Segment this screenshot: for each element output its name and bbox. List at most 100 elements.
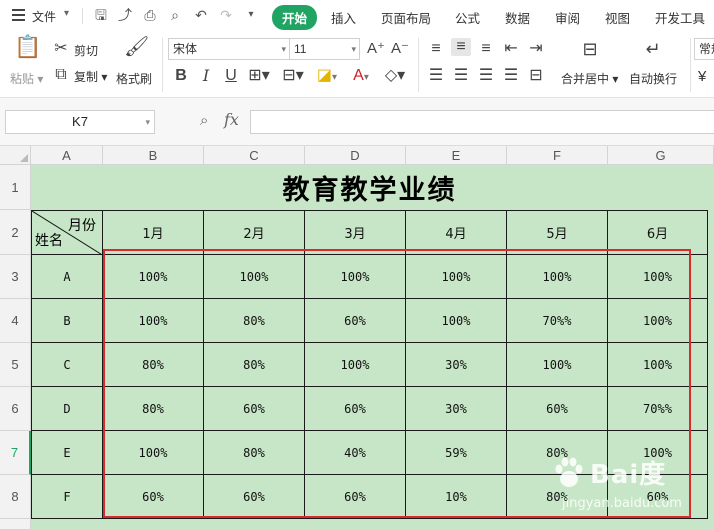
value-cell[interactable]: 100% [608,343,708,387]
value-cell[interactable]: 100% [608,299,708,343]
column-header-g[interactable]: G [608,146,714,165]
customize-quick-access-icon[interactable]: ▾ [243,7,259,23]
underline-icon[interactable]: U [222,67,240,85]
value-cell[interactable]: 80% [507,431,608,475]
row-header-2[interactable]: 2 [0,210,31,255]
month-header-cell[interactable]: 3月 [305,210,406,255]
month-header-cell[interactable]: 2月 [204,210,305,255]
value-cell[interactable]: 30% [406,387,507,431]
value-cell[interactable]: 60% [507,387,608,431]
fill-style-icon[interactable]: ⊟▾ [280,67,306,85]
value-cell[interactable]: 100% [103,431,204,475]
value-cell[interactable]: 80% [103,343,204,387]
file-menu[interactable]: 文件 [32,8,56,25]
justify-icon[interactable]: ☰ [503,67,519,85]
formula-input[interactable] [250,110,714,134]
merge-center-icon[interactable]: ⊟ [577,40,603,58]
value-cell[interactable]: 100% [103,255,204,299]
increase-indent-icon[interactable]: ⇥ [528,40,544,58]
tab-review[interactable]: 审阅 [555,8,580,27]
value-cell[interactable]: 80% [204,343,305,387]
paste-button[interactable]: 粘贴 ▾ [10,70,43,87]
value-cell[interactable]: 40% [305,431,406,475]
value-cell[interactable]: 60% [608,475,708,519]
hamburger-menu-icon[interactable] [12,9,25,21]
scissors-icon[interactable]: ✂ [52,40,70,58]
value-cell[interactable]: 100% [305,255,406,299]
row-header-4[interactable]: 4 [0,299,31,343]
redo-icon[interactable]: ↷ [218,7,234,23]
value-cell[interactable]: 60% [204,387,305,431]
name-cell[interactable]: E [31,431,103,475]
value-cell[interactable]: 30% [406,343,507,387]
wrap-text-icon[interactable]: ↵ [640,40,666,58]
value-cell[interactable]: 60% [305,475,406,519]
name-cell[interactable]: A [31,255,103,299]
tab-home[interactable]: 开始 [272,5,318,30]
value-cell[interactable]: 70%% [608,387,708,431]
name-cell[interactable]: C [31,343,103,387]
fill-color-icon[interactable]: ◪▾ [314,67,340,87]
wrap-text-button[interactable]: 自动换行 [629,70,677,87]
undo-icon[interactable]: ↶ [193,7,209,23]
value-cell[interactable]: 100% [608,431,708,475]
print-preview-icon[interactable]: ⌕ [167,7,183,23]
align-left-icon[interactable]: ☰ [428,67,444,85]
save-icon[interactable]: 🖫 [93,7,109,23]
align-top-icon[interactable]: ≡ [428,40,444,58]
tab-insert[interactable]: 插入 [331,8,356,27]
row-header-8[interactable]: 8 [0,475,31,519]
column-header-e[interactable]: E [406,146,507,165]
value-cell[interactable]: 10% [406,475,507,519]
chevron-down-icon[interactable]: ▾ [64,8,69,19]
merge-center-button[interactable]: 合并居中 ▾ [561,70,618,87]
row-header-6[interactable]: 6 [0,387,31,431]
column-header-b[interactable]: B [103,146,204,165]
align-right-icon[interactable]: ☰ [478,67,494,85]
month-header-cell[interactable]: 1月 [103,210,204,255]
export-icon[interactable]: ⤴ [117,7,133,23]
italic-icon[interactable]: I [197,67,215,85]
paste-icon[interactable]: 📋 [14,36,41,64]
value-cell[interactable]: 100% [204,255,305,299]
tab-page-layout[interactable]: 页面布局 [381,8,431,27]
name-cell[interactable]: F [31,475,103,519]
tab-developer[interactable]: 开发工具 [655,8,705,27]
column-header-a[interactable]: A [31,146,103,165]
align-center-icon[interactable]: ☰ [453,67,469,85]
row-header-1[interactable]: 1 [0,165,31,210]
format-painter-button[interactable]: 格式刷 [116,70,152,87]
distributed-align-icon[interactable]: ⊟ [528,67,544,85]
value-cell[interactable]: 100% [305,343,406,387]
value-cell[interactable]: 60% [305,299,406,343]
decrease-font-size-icon[interactable]: A⁻ [391,40,409,58]
number-format-select[interactable]: 常规 [694,38,714,60]
align-middle-icon[interactable]: ≡ [451,38,471,56]
select-all-corner[interactable] [0,146,31,165]
print-icon[interactable]: ⎙ [142,7,158,23]
bold-icon[interactable]: B [172,67,190,85]
borders-icon[interactable]: ⊞▾ [246,67,272,85]
tab-view[interactable]: 视图 [605,8,630,27]
column-header-f[interactable]: F [507,146,608,165]
cut-button[interactable]: 剪切 [74,42,98,59]
column-header-d[interactable]: D [305,146,406,165]
value-cell[interactable]: 80% [204,299,305,343]
value-cell[interactable]: 80% [204,431,305,475]
month-header-cell[interactable]: 5月 [507,210,608,255]
align-bottom-icon[interactable]: ≡ [478,40,494,58]
value-cell[interactable]: 100% [103,299,204,343]
value-cell[interactable]: 100% [507,343,608,387]
month-header-cell[interactable]: 6月 [608,210,708,255]
value-cell[interactable]: 60% [103,475,204,519]
increase-font-size-icon[interactable]: A⁺ [367,40,385,58]
decrease-indent-icon[interactable]: ⇤ [503,40,519,58]
currency-format-button[interactable]: ¥ [698,68,706,85]
value-cell[interactable]: 70%% [507,299,608,343]
value-cell[interactable]: 80% [507,475,608,519]
name-cell[interactable]: D [31,387,103,431]
value-cell[interactable]: 60% [204,475,305,519]
value-cell[interactable]: 100% [608,255,708,299]
value-cell[interactable]: 100% [406,255,507,299]
row-header-7[interactable]: 7 [0,431,31,475]
